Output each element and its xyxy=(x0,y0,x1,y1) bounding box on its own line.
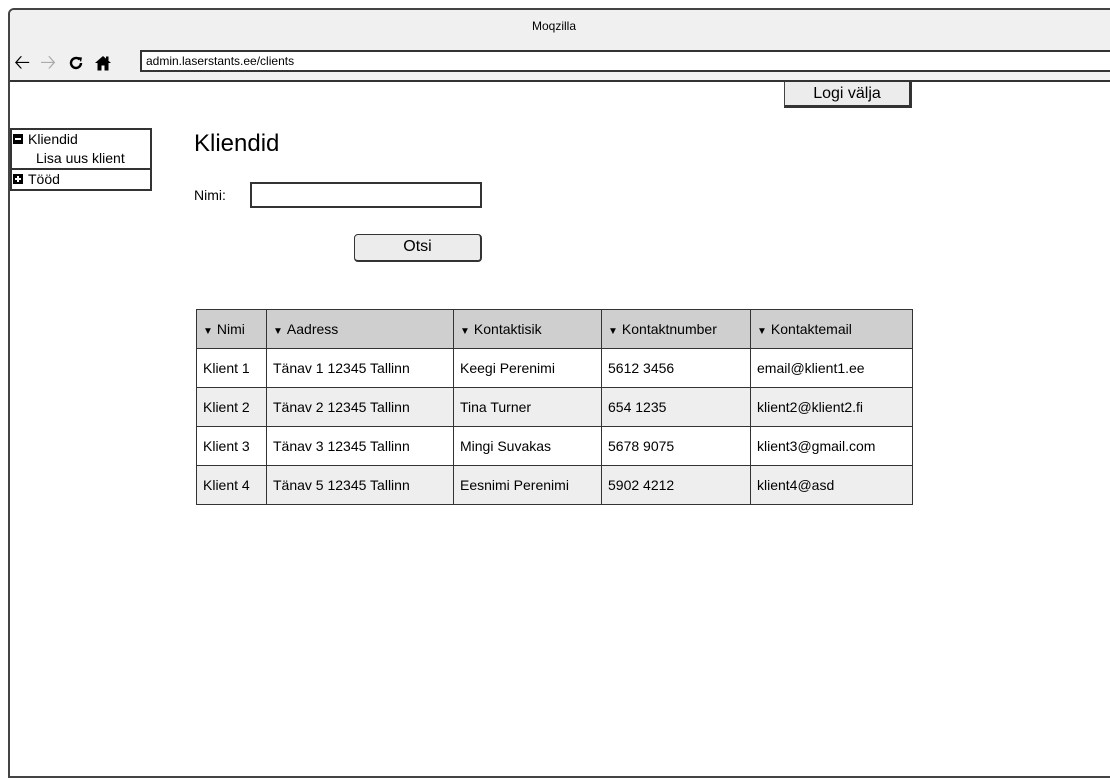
cell-kontaktemail: klient3@gmail.com xyxy=(750,426,913,466)
cell-kontaktemail: email@klient1.ee xyxy=(750,348,913,388)
column-header-label: Kontaktisik xyxy=(473,321,542,337)
search-button[interactable]: Otsi xyxy=(354,234,482,262)
table-row[interactable]: Klient 1 Tänav 1 12345 Tallinn Keegi Per… xyxy=(196,348,913,388)
forward-arrow-icon[interactable]: 🡢 xyxy=(40,52,56,74)
sidebar-item-label: Kliendid xyxy=(28,131,78,147)
column-header-nimi[interactable]: ▼ Nimi xyxy=(196,309,267,349)
cell-nimi: Klient 2 xyxy=(196,387,267,427)
cell-kontaktemail: klient2@klient2.fi xyxy=(750,387,913,427)
cell-kontaktemail: klient4@asd xyxy=(750,465,913,505)
column-header-kontaktnumber[interactable]: ▼ Kontaktnumber xyxy=(601,309,751,349)
home-icon[interactable] xyxy=(94,52,112,74)
navigation-bar: 🡠 🡢 admin.laserstants.ee/clients xyxy=(10,46,1110,82)
cell-aadress: Tänav 3 12345 Tallinn xyxy=(266,426,454,466)
sidebar-group-kliendid: Kliendid Lisa uus klient xyxy=(10,128,152,170)
clients-table: ▼ Nimi ▼ Aadress ▼ Kontaktisik ▼ Kontaktnumb… xyxy=(196,309,913,505)
column-header-label: Nimi xyxy=(216,321,245,337)
cell-nimi: Klient 3 xyxy=(196,426,267,466)
reload-icon[interactable] xyxy=(68,52,84,74)
sidebar-item-add-client[interactable]: Lisa uus klient xyxy=(12,149,150,168)
column-header-kontaktisik[interactable]: ▼ Kontaktisik xyxy=(453,309,602,349)
cell-kontaktisik: Mingi Suvakas xyxy=(453,426,602,466)
cell-nimi: Klient 1 xyxy=(196,348,267,388)
cell-kontaktnumber: 5902 4212 xyxy=(601,465,751,505)
cell-kontaktisik: Tina Turner xyxy=(453,387,602,427)
column-header-aadress[interactable]: ▼ Aadress xyxy=(266,309,454,349)
cell-nimi: Klient 4 xyxy=(196,465,267,505)
url-bar[interactable]: admin.laserstants.ee/clients xyxy=(140,50,1110,72)
page-title: Kliendid xyxy=(194,130,280,157)
table-row[interactable]: Klient 4 Tänav 5 12345 Tallinn Eesnimi P… xyxy=(196,465,913,505)
sort-arrow-icon: ▼ xyxy=(203,326,213,337)
cell-kontaktnumber: 654 1235 xyxy=(601,387,751,427)
sidebar-item-label: Tööd xyxy=(28,171,60,187)
sort-arrow-icon: ▼ xyxy=(757,326,767,337)
table-row[interactable]: Klient 3 Tänav 3 12345 Tallinn Mingi Suv… xyxy=(196,426,913,466)
sidebar: Kliendid Lisa uus klient Tööd xyxy=(10,128,152,191)
sort-arrow-icon: ▼ xyxy=(273,326,283,337)
column-header-label: Kontaktemail xyxy=(770,321,852,337)
logout-button[interactable]: Logi välja xyxy=(784,82,912,108)
back-arrow-icon[interactable]: 🡠 xyxy=(14,52,30,74)
cell-aadress: Tänav 1 12345 Tallinn xyxy=(266,348,454,388)
cell-kontaktisik: Keegi Perenimi xyxy=(453,348,602,388)
url-text: admin.laserstants.ee/clients xyxy=(146,54,295,68)
collapse-icon[interactable] xyxy=(13,134,23,144)
window-title: Moqzilla xyxy=(532,19,577,33)
expand-icon[interactable] xyxy=(13,174,23,184)
name-field-label: Nimi: xyxy=(194,187,226,203)
title-bar: Moqzilla xyxy=(10,10,1110,46)
column-header-label: Kontaktnumber xyxy=(621,321,717,337)
cell-kontaktisik: Eesnimi Perenimi xyxy=(453,465,602,505)
sort-arrow-icon: ▼ xyxy=(608,326,618,337)
cell-kontaktnumber: 5612 3456 xyxy=(601,348,751,388)
cell-aadress: Tänav 5 12345 Tallinn xyxy=(266,465,454,505)
sidebar-item-kliendid[interactable]: Kliendid xyxy=(12,130,150,149)
sidebar-item-label: Lisa uus klient xyxy=(36,150,125,166)
sidebar-group-tood: Tööd xyxy=(10,170,152,191)
table-header-row: ▼ Nimi ▼ Aadress ▼ Kontaktisik ▼ Kontaktnumb… xyxy=(196,309,913,349)
column-header-label: Aadress xyxy=(286,321,339,337)
cell-kontaktnumber: 5678 9075 xyxy=(601,426,751,466)
table-row[interactable]: Klient 2 Tänav 2 12345 Tallinn Tina Turn… xyxy=(196,387,913,427)
column-header-kontaktemail[interactable]: ▼ Kontaktemail xyxy=(750,309,913,349)
sidebar-item-tood[interactable]: Tööd xyxy=(12,170,150,189)
name-search-input[interactable] xyxy=(250,182,482,208)
browser-window: Moqzilla 🡠 🡢 admin.laserstants.ee/client… xyxy=(8,8,1110,778)
cell-aadress: Tänav 2 12345 Tallinn xyxy=(266,387,454,427)
sort-arrow-icon: ▼ xyxy=(460,326,470,337)
